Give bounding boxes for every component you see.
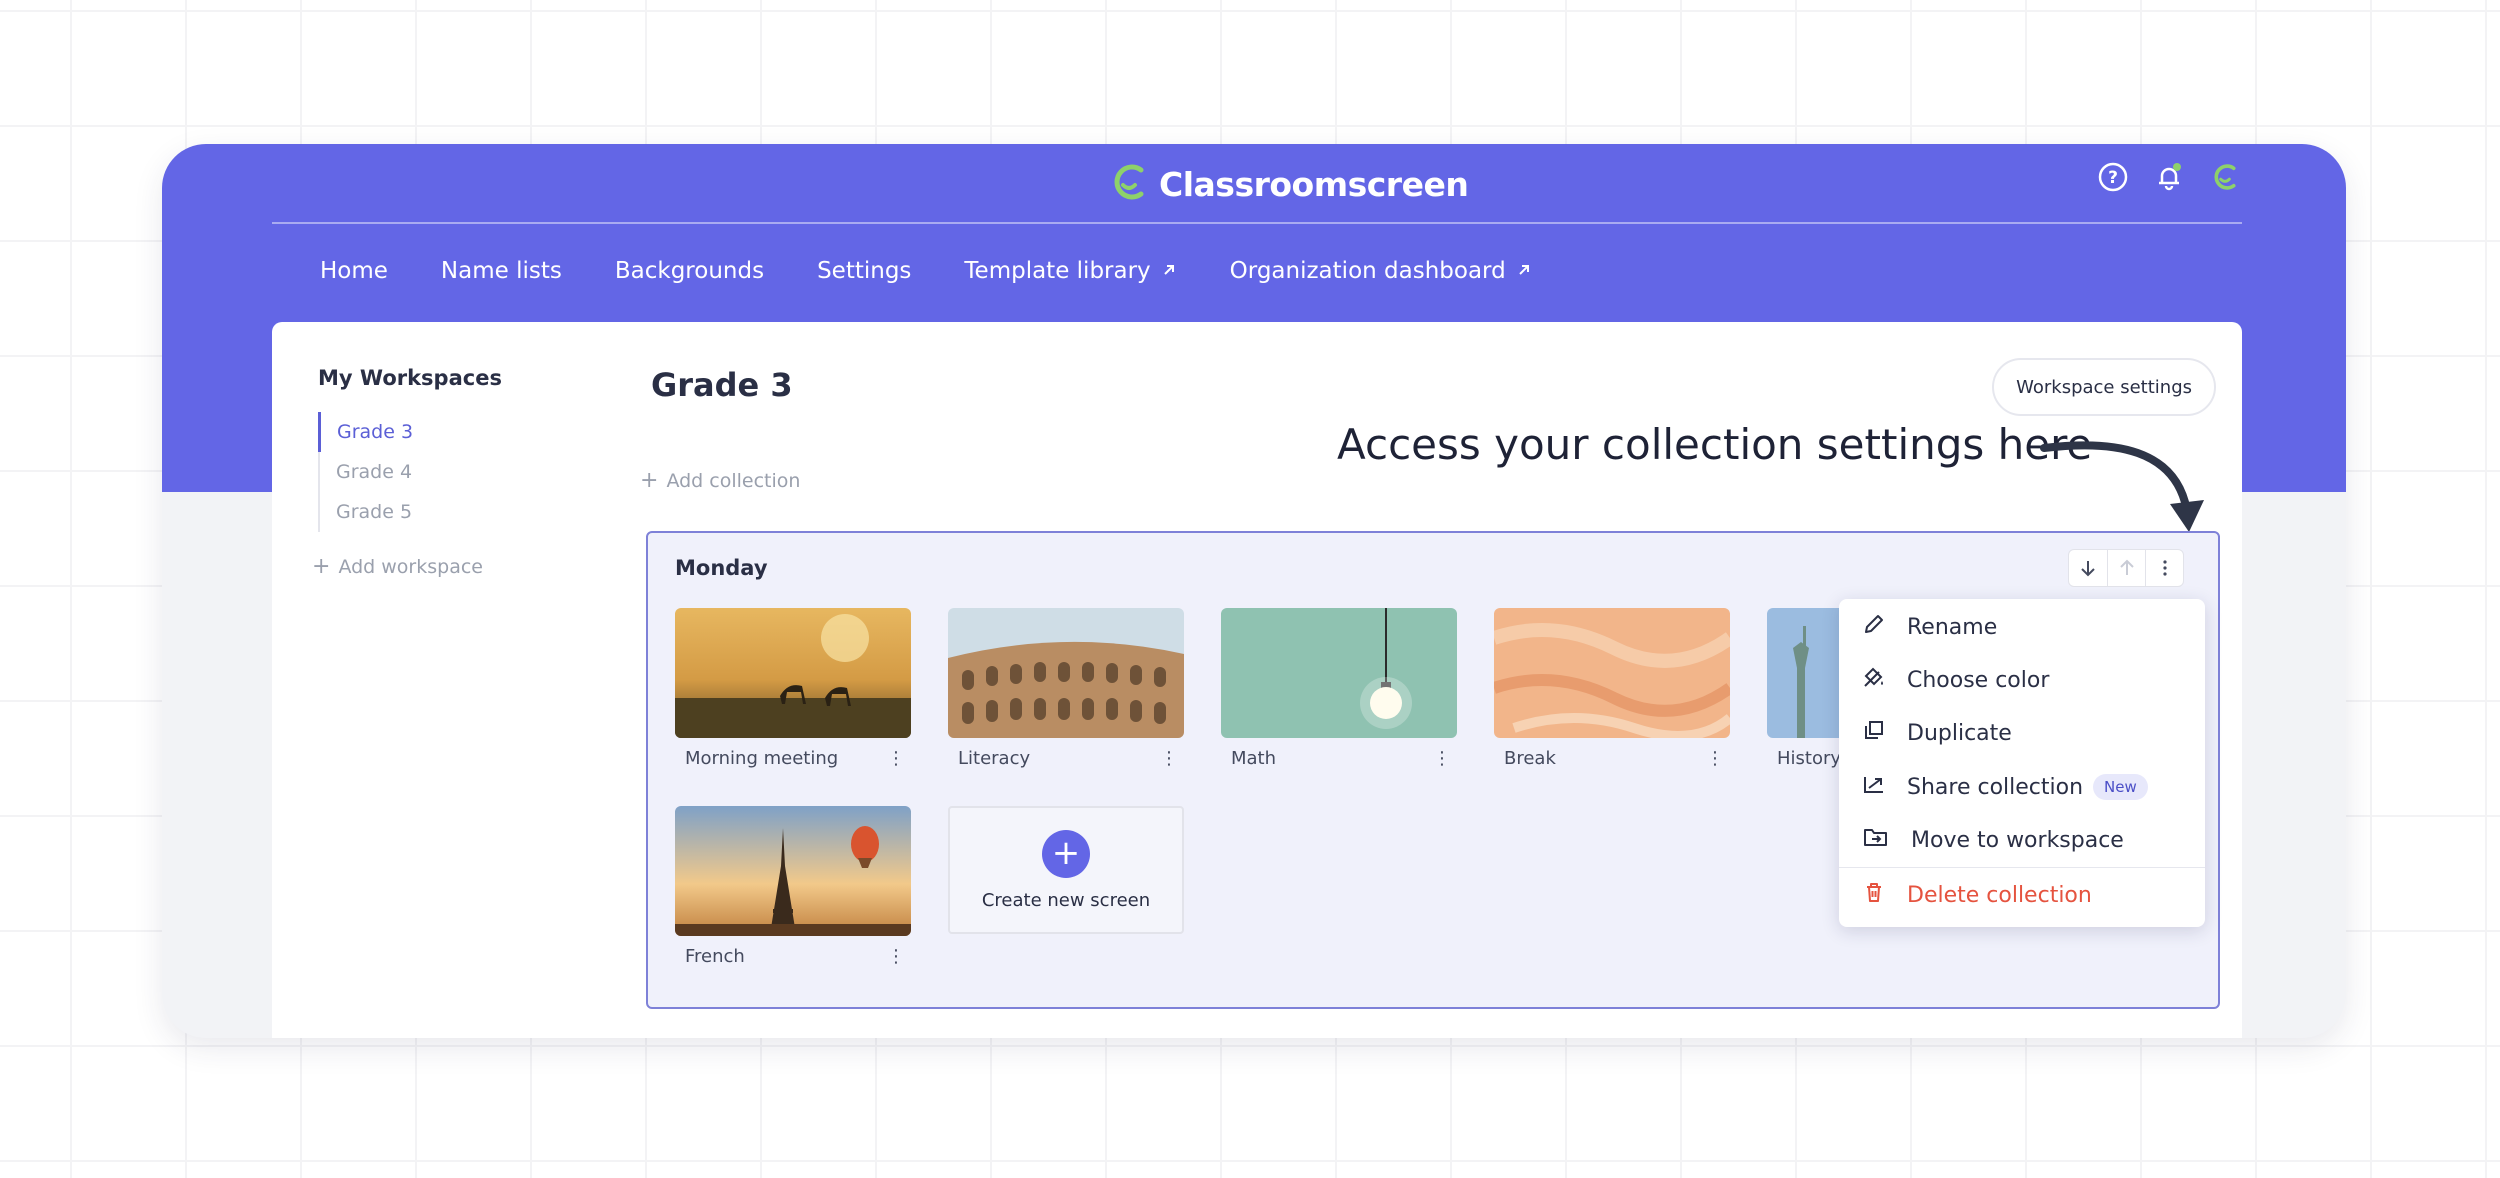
screen-label: Morning meeting	[685, 748, 839, 769]
screen-card-math[interactable]: Math ⋮	[1221, 608, 1457, 769]
collection-controls	[2068, 549, 2184, 587]
collection-menu-button[interactable]	[2145, 550, 2183, 586]
menu-item-share-collection[interactable]: Share collection New	[1861, 771, 2148, 803]
plus-icon: +	[312, 554, 331, 579]
nav-name-lists[interactable]: Name lists	[441, 258, 562, 284]
screen-card-french[interactable]: French ⋮	[675, 806, 911, 967]
callout-arrow-icon	[2040, 441, 2204, 532]
nav-template-library[interactable]: Template library	[964, 258, 1176, 284]
sidebar-title: My Workspaces	[318, 366, 502, 390]
collection-title: Monday	[675, 556, 768, 580]
menu-divider	[1839, 867, 2205, 868]
workspace-settings-button[interactable]: Workspace settings	[1992, 358, 2216, 416]
screen-label: Break	[1504, 748, 1556, 769]
menu-item-delete-collection[interactable]: Delete collection	[1861, 879, 2092, 911]
collection-settings-menu: Rename Choose color Duplicate Share coll…	[1839, 599, 2205, 927]
screen-thumbnail[interactable]	[1221, 608, 1457, 738]
bell-icon[interactable]	[2152, 160, 2186, 194]
more-icon[interactable]: ⋮	[1706, 748, 1724, 769]
paint-bucket-icon	[1861, 664, 1887, 696]
more-icon[interactable]: ⋮	[1160, 748, 1178, 769]
nav-organization-dashboard[interactable]: Organization dashboard	[1230, 258, 1532, 284]
profile-logo-icon[interactable]	[2208, 160, 2242, 194]
menu-item-duplicate[interactable]: Duplicate	[1861, 717, 2012, 749]
workspace-item-grade-5[interactable]: Grade 5	[320, 492, 558, 532]
add-collection-button[interactable]: + Add collection	[640, 468, 800, 493]
header-divider	[272, 222, 2242, 224]
move-up-button[interactable]	[2107, 550, 2145, 586]
move-down-button[interactable]	[2069, 550, 2107, 586]
share-icon	[1861, 771, 1887, 803]
workspace-list: Grade 3 Grade 4 Grade 5	[318, 412, 558, 532]
header-icons: ?	[2096, 160, 2242, 194]
nav-home[interactable]: Home	[320, 258, 388, 284]
logo[interactable]: Classroomscreen	[1107, 158, 1469, 210]
screen-card-break[interactable]: Break ⋮	[1494, 608, 1730, 769]
create-new-screen-label: Create new screen	[981, 889, 1151, 911]
more-icon[interactable]: ⋮	[887, 748, 905, 769]
plus-icon: +	[640, 468, 659, 493]
nav-settings[interactable]: Settings	[817, 258, 911, 284]
screen-label: Math	[1231, 748, 1277, 769]
add-workspace-button[interactable]: + Add workspace	[312, 554, 558, 579]
screen-thumbnail[interactable]	[948, 608, 1184, 738]
screen-thumbnail[interactable]	[675, 608, 911, 738]
screen-label: French	[685, 946, 745, 967]
menu-item-choose-color[interactable]: Choose color	[1861, 664, 2049, 696]
workspace-item-grade-4[interactable]: Grade 4	[320, 452, 558, 492]
screen-label: History	[1777, 748, 1842, 769]
help-icon[interactable]: ?	[2096, 160, 2130, 194]
callout-text: Access your collection settings here	[1337, 420, 2093, 469]
external-link-icon	[1516, 258, 1532, 284]
duplicate-icon	[1861, 717, 1887, 749]
page-title: Grade 3	[651, 366, 793, 404]
svg-text:?: ?	[2108, 168, 2118, 188]
screen-card-literacy[interactable]: Literacy ⋮	[948, 608, 1184, 769]
create-new-screen-button[interactable]: + Create new screen	[948, 806, 1184, 934]
folder-move-icon	[1861, 824, 1891, 856]
workspace-item-grade-3[interactable]: Grade 3	[318, 412, 558, 452]
menu-item-rename[interactable]: Rename	[1861, 611, 1997, 643]
screen-card-morning-meeting[interactable]: Morning meeting ⋮	[675, 608, 911, 769]
trash-icon	[1861, 879, 1887, 911]
menu-item-move-to-workspace[interactable]: Move to workspace	[1861, 824, 2124, 856]
screen-thumbnail[interactable]	[1494, 608, 1730, 738]
screen-label: Literacy	[958, 748, 1031, 769]
more-icon[interactable]: ⋮	[1433, 748, 1451, 769]
workspace-sidebar: My Workspaces Grade 3 Grade 4 Grade 5 + …	[312, 366, 558, 579]
more-icon[interactable]: ⋮	[887, 946, 905, 967]
screen-thumbnail[interactable]	[675, 806, 911, 936]
logo-icon	[1107, 160, 1151, 208]
logo-text: Classroomscreen	[1159, 164, 1469, 204]
external-link-icon	[1161, 258, 1177, 284]
new-badge: New	[2093, 774, 2148, 800]
plus-icon: +	[1042, 829, 1090, 878]
pencil-icon	[1861, 611, 1887, 643]
main-nav: Home Name lists Backgrounds Settings Tem…	[320, 258, 1532, 284]
nav-backgrounds[interactable]: Backgrounds	[615, 258, 764, 284]
